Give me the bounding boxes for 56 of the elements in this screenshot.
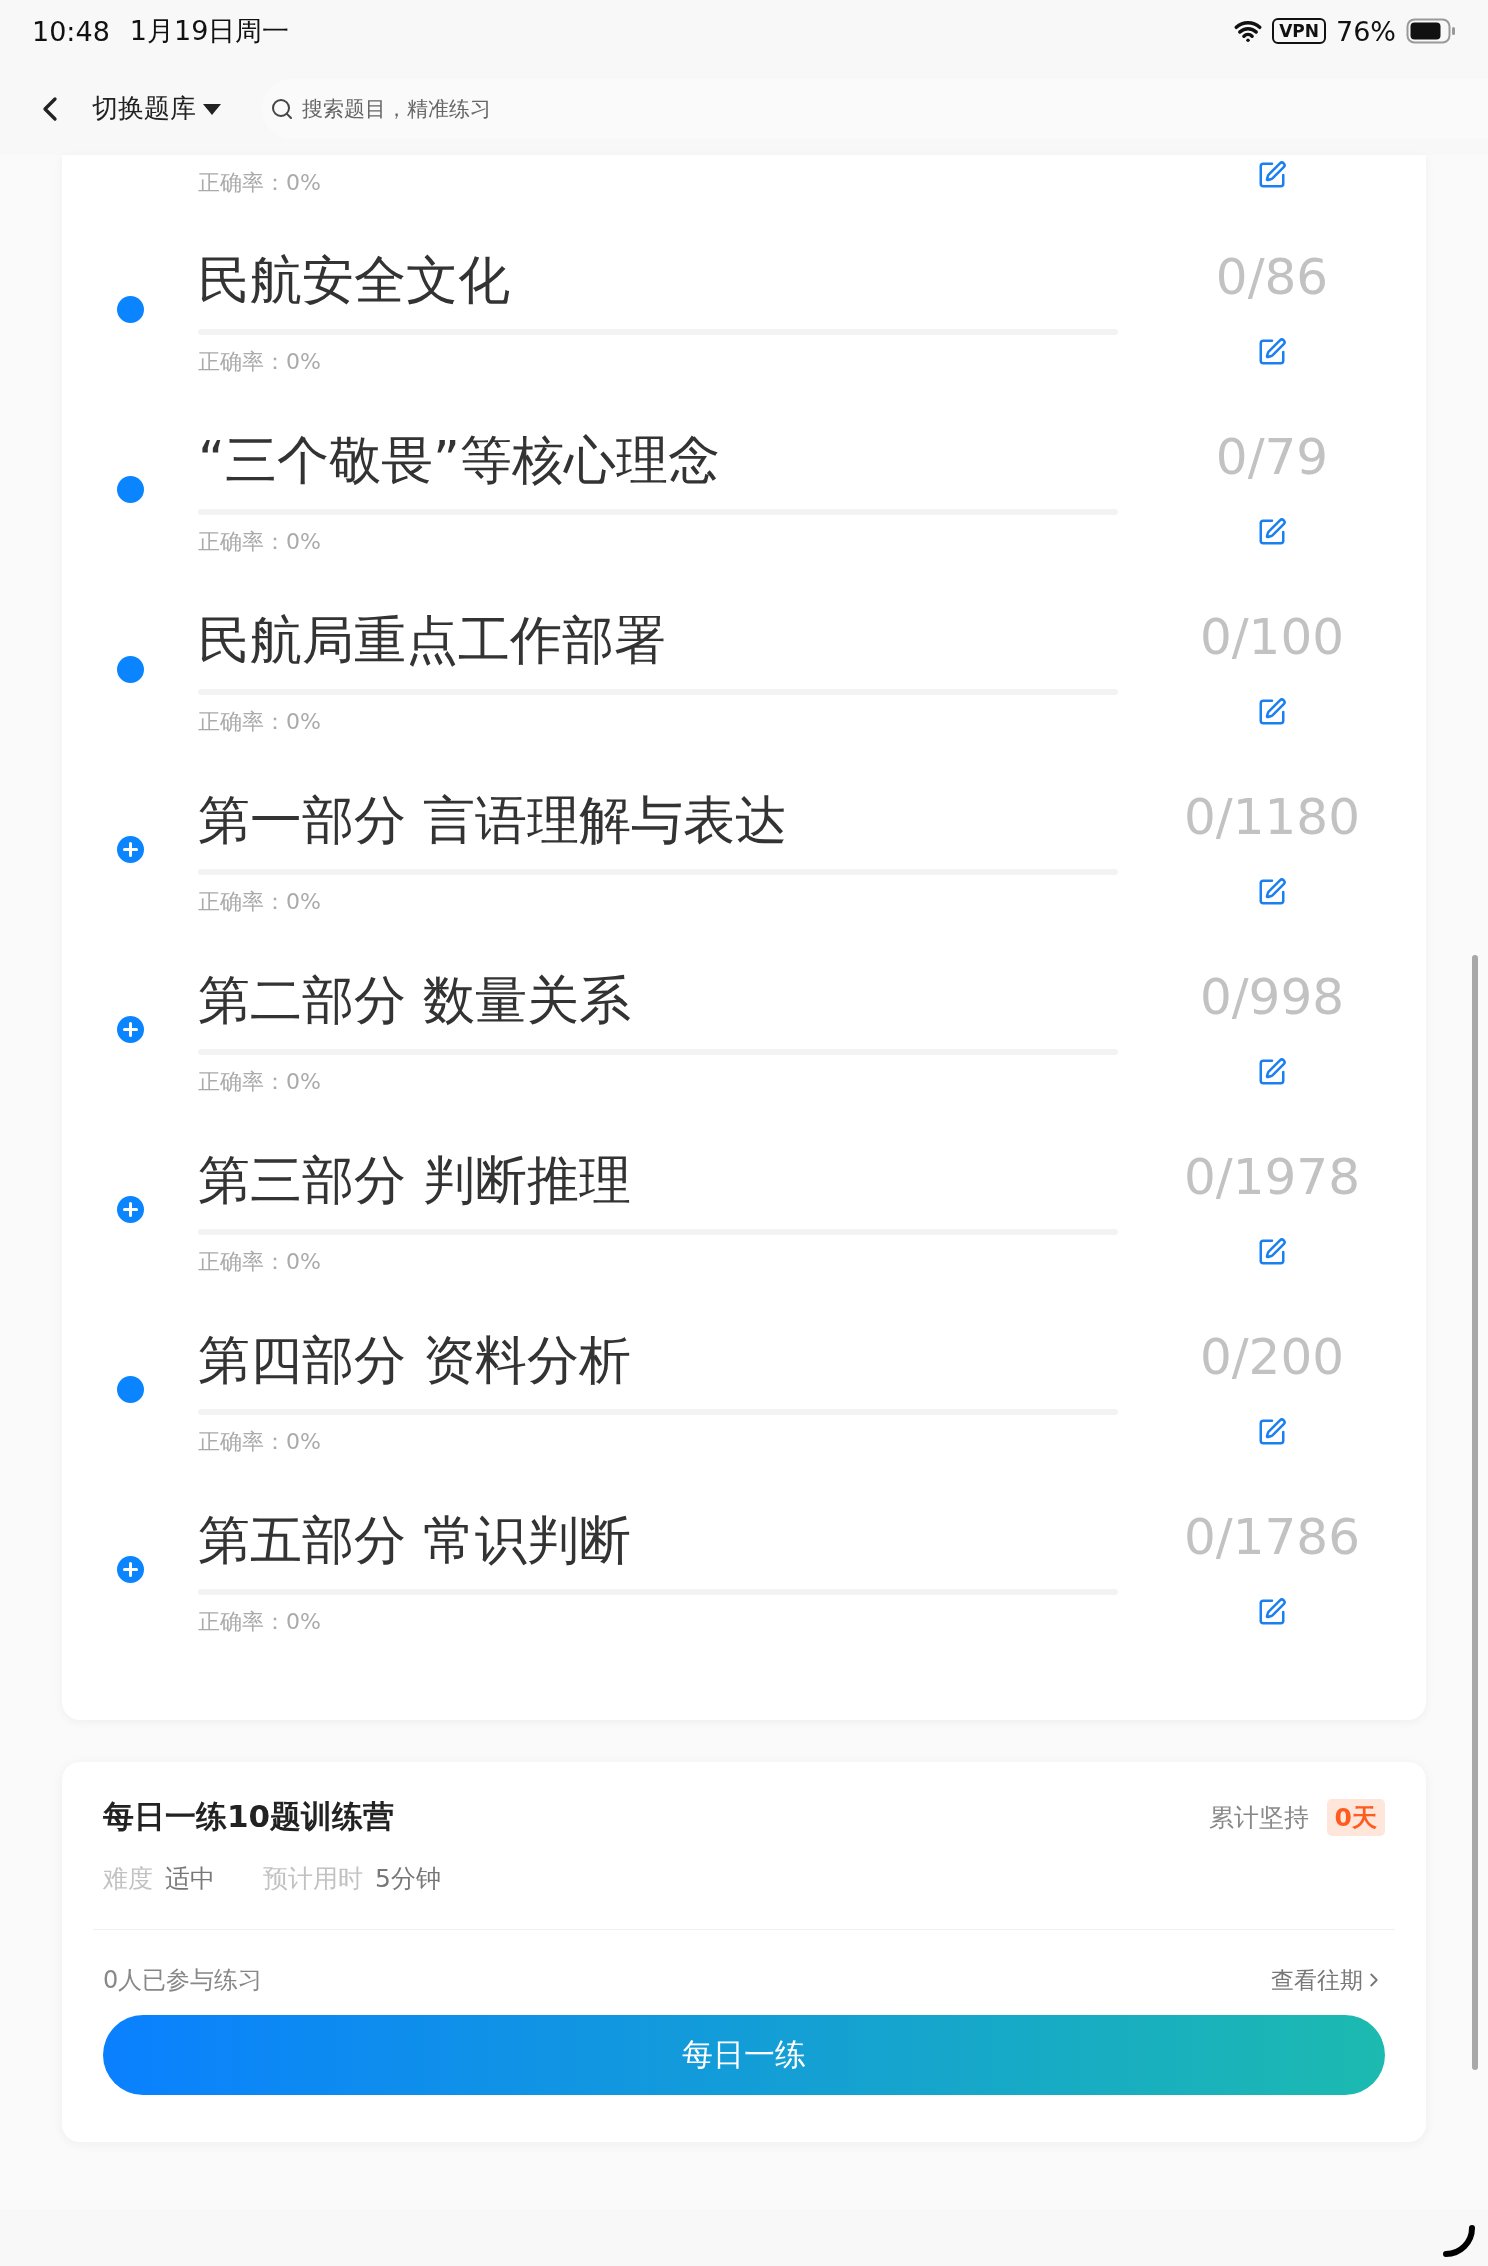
accuracy-text: 正确率：0% [198,349,322,375]
time-label: 预计用时 [263,1862,363,1895]
category-title[interactable]: 第三部分 判断推理 [198,1145,1118,1215]
question-count: 0/200 [1199,1327,1345,1387]
bank-switch-dropdown[interactable]: 切换题库 [92,91,222,126]
question-count: 0/1180 [1184,787,1360,847]
time-value: 5分钟 [375,1862,441,1895]
status-date: 1月19日周一 [129,14,290,48]
category-title[interactable]: 民航局重点工作部署 [198,605,1118,675]
question-count: 0/86 [1215,247,1329,307]
edit-icon[interactable] [1257,1057,1287,1087]
edit-icon[interactable] [1257,1417,1287,1447]
plus-circle-icon[interactable] [116,1556,144,1583]
edit-icon[interactable] [1257,697,1287,727]
history-link[interactable]: 查看往期 [1271,1964,1385,1996]
accuracy-text: 正确率：0% [198,529,322,555]
category-title[interactable]: 第四部分 资料分析 [198,1325,1118,1395]
difficulty-value: 适中 [165,1862,215,1895]
category-title[interactable]: 民航安全文化 [198,245,1118,315]
category-title[interactable]: 第五部分 常识判断 [198,1505,1118,1575]
status-time: 10:48 [32,15,110,47]
plus-circle-icon[interactable] [116,1196,144,1223]
category-title[interactable]: 第二部分 数量关系 [198,965,1118,1035]
edit-icon[interactable] [1257,877,1287,907]
plus-circle-icon[interactable] [116,836,144,863]
accuracy-text: 正确率：0% [198,1609,322,1635]
difficulty-label: 难度 [103,1862,153,1895]
question-count: 0/1786 [1184,1507,1360,1567]
accuracy-text: 正确率：0% [198,1069,322,1095]
category-title[interactable]: 第一部分 言语理解与表达 [198,785,1118,855]
question-count: 0/1978 [1184,1147,1360,1207]
vpn-indicator: VPN [1272,18,1326,44]
search-icon [270,96,294,121]
caret-icon [202,101,222,116]
participants-text: 0人已参与练习 [103,1965,263,1996]
streak-badge: 0天 [1326,1798,1385,1836]
accuracy-text: 正确率：0% [198,170,322,196]
battery-percent: 76% [1336,15,1396,47]
question-count: 0/998 [1199,967,1345,1027]
streak-label: 累计坚持 [1208,1801,1309,1834]
edit-icon[interactable] [1257,517,1287,547]
camp-title: 每日一练10题训练营 [103,1797,395,1836]
edit-icon[interactable] [1257,160,1287,190]
battery-icon [1406,18,1456,44]
spinner-icon [1440,2224,1476,2260]
edit-icon[interactable] [1257,1237,1287,1267]
accuracy-text: 正确率：0% [198,889,322,915]
plus-circle-icon[interactable] [116,1016,144,1043]
accuracy-text: 正确率：0% [198,709,322,735]
question-count: 0/100 [1199,607,1345,667]
category-title[interactable]: “三个敬畏”等核心理念 [198,425,1118,495]
accuracy-text: 正确率：0% [198,1249,322,1275]
edit-icon[interactable] [1257,337,1287,367]
question-count: 0/79 [1215,427,1329,487]
accuracy-text: 正确率：0% [198,1429,322,1455]
edit-icon[interactable] [1257,1597,1287,1627]
